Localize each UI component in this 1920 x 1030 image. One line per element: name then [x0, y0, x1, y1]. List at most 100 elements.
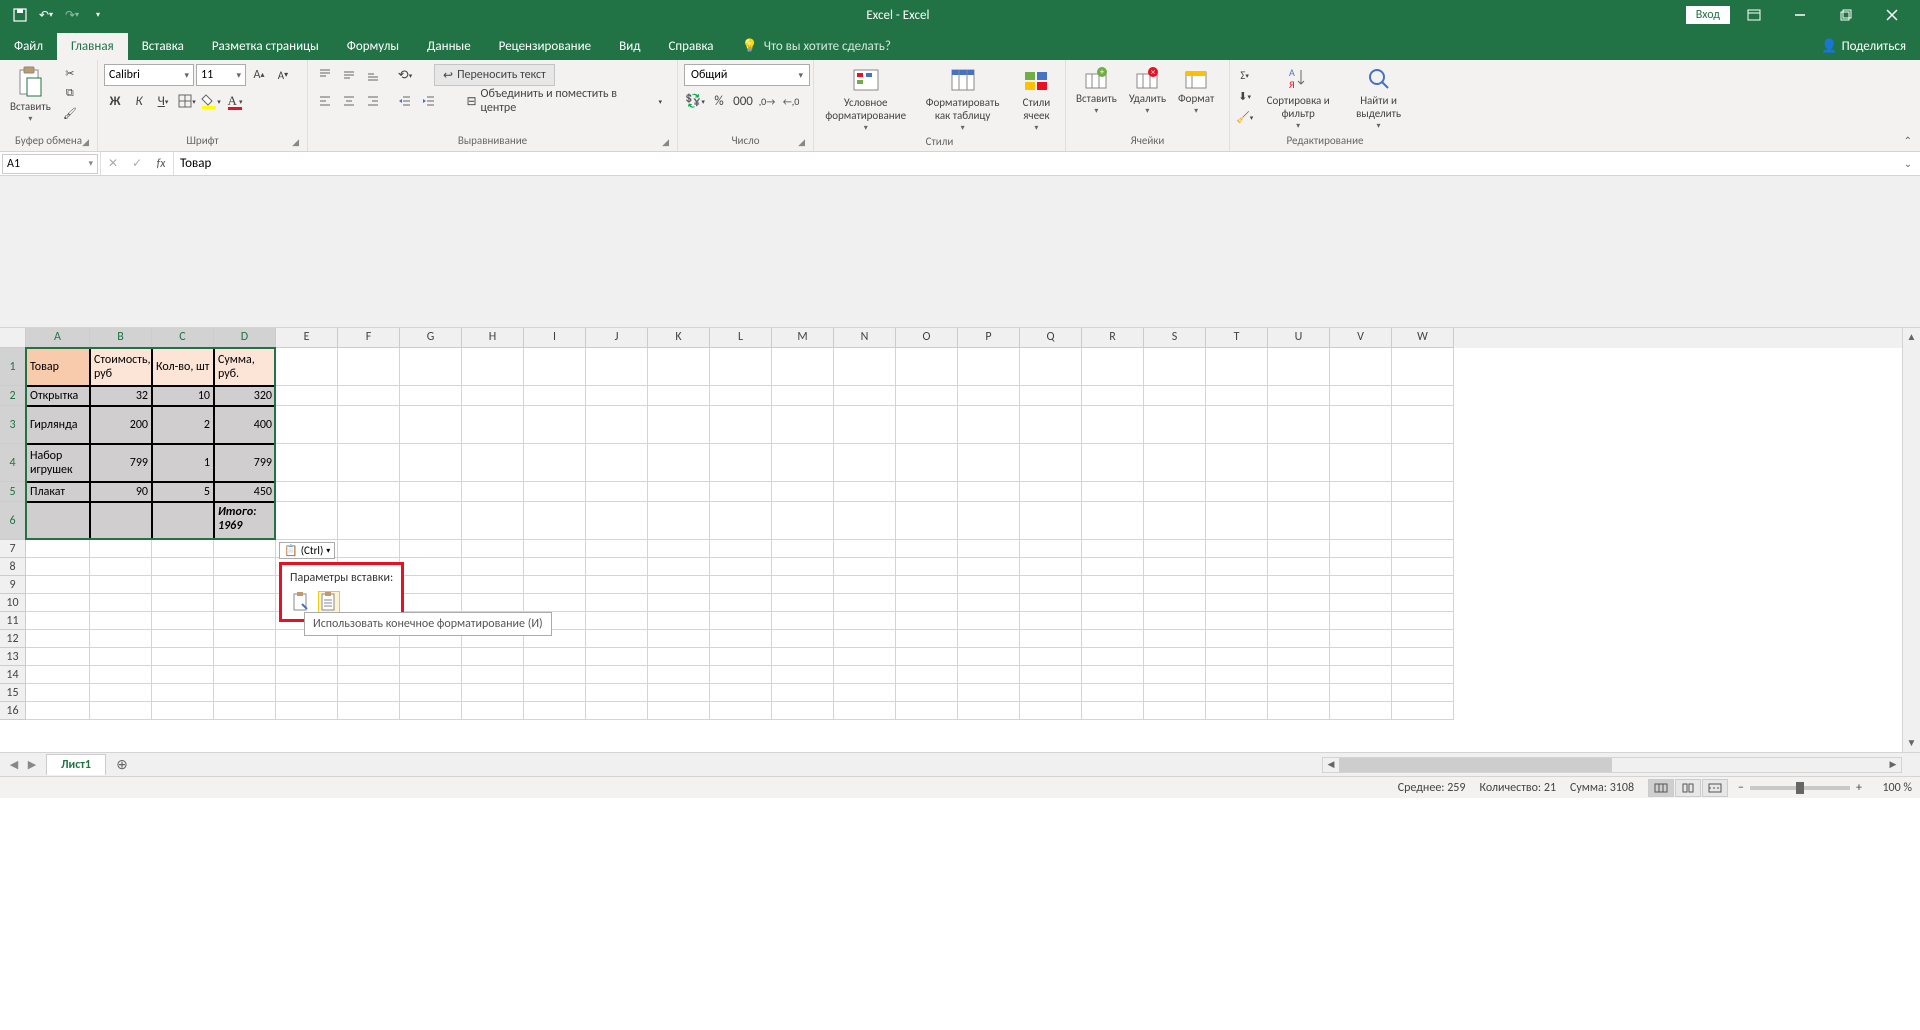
name-box[interactable]: A1▾: [2, 154, 98, 174]
column-header-H[interactable]: H: [462, 328, 524, 348]
table-cell[interactable]: 2: [152, 406, 214, 444]
cell-P12[interactable]: [958, 630, 1020, 648]
format-as-table-button[interactable]: Форматировать как таблицу▾: [915, 64, 1009, 135]
tell-me-search[interactable]: 💡 Что вы хотите сделать?: [728, 33, 905, 60]
align-bottom-icon[interactable]: [362, 64, 384, 86]
column-header-U[interactable]: U: [1268, 328, 1330, 348]
cell-G7[interactable]: [400, 540, 462, 558]
cell-F3[interactable]: [338, 406, 400, 444]
cell-N8[interactable]: [834, 558, 896, 576]
cell-R13[interactable]: [1082, 648, 1144, 666]
italic-button[interactable]: К: [128, 90, 150, 112]
cell-R3[interactable]: [1082, 406, 1144, 444]
column-header-T[interactable]: T: [1206, 328, 1268, 348]
spreadsheet-grid[interactable]: ABCDEFGHIJKLMNOPQRSTUVW 1234567891011121…: [0, 328, 1920, 752]
cell-I5[interactable]: [524, 482, 586, 502]
cut-icon[interactable]: ✂: [59, 64, 81, 82]
cell-R15[interactable]: [1082, 684, 1144, 702]
cell-W9[interactable]: [1392, 576, 1454, 594]
cell-P4[interactable]: [958, 444, 1020, 482]
cell-U7[interactable]: [1268, 540, 1330, 558]
sheet-nav-prev-icon[interactable]: ◀: [6, 758, 22, 771]
cell-H6[interactable]: [462, 502, 524, 540]
cell-W1[interactable]: [1392, 348, 1454, 386]
cell-O4[interactable]: [896, 444, 958, 482]
cell-G4[interactable]: [400, 444, 462, 482]
cell-W6[interactable]: [1392, 502, 1454, 540]
table-cell[interactable]: 5: [152, 482, 214, 502]
cell-K15[interactable]: [648, 684, 710, 702]
cell-J6[interactable]: [586, 502, 648, 540]
cell-C13[interactable]: [152, 648, 214, 666]
table-cell[interactable]: 1: [152, 444, 214, 482]
cell-D12[interactable]: [214, 630, 276, 648]
table-cell[interactable]: Стоимость, руб: [90, 348, 152, 386]
table-cell[interactable]: 90: [90, 482, 152, 502]
cell-P16[interactable]: [958, 702, 1020, 720]
cell-W16[interactable]: [1392, 702, 1454, 720]
column-header-W[interactable]: W: [1392, 328, 1454, 348]
cell-O3[interactable]: [896, 406, 958, 444]
cell-F2[interactable]: [338, 386, 400, 406]
cell-T13[interactable]: [1206, 648, 1268, 666]
cell-W3[interactable]: [1392, 406, 1454, 444]
cell-N6[interactable]: [834, 502, 896, 540]
cell-T7[interactable]: [1206, 540, 1268, 558]
cell-P15[interactable]: [958, 684, 1020, 702]
cell-U16[interactable]: [1268, 702, 1330, 720]
cell-J2[interactable]: [586, 386, 648, 406]
row-header-2[interactable]: 2: [0, 386, 26, 406]
cell-T1[interactable]: [1206, 348, 1268, 386]
cell-I9[interactable]: [524, 576, 586, 594]
normal-view-icon[interactable]: [1648, 779, 1674, 797]
table-cell[interactable]: 799: [90, 444, 152, 482]
table-cell[interactable]: Набор игрушек: [26, 444, 90, 482]
cell-H10[interactable]: [462, 594, 524, 612]
sheet-tab[interactable]: Лист1: [46, 754, 106, 775]
cell-L14[interactable]: [710, 666, 772, 684]
cell-G8[interactable]: [400, 558, 462, 576]
underline-button[interactable]: Ч▾: [152, 90, 174, 112]
paste-button[interactable]: Вставить▾: [6, 64, 55, 126]
cell-F14[interactable]: [338, 666, 400, 684]
comma-format-icon[interactable]: 000: [732, 90, 754, 112]
cell-O14[interactable]: [896, 666, 958, 684]
scroll-right-icon[interactable]: ▶: [1885, 758, 1901, 772]
cell-T8[interactable]: [1206, 558, 1268, 576]
share-button[interactable]: 👤 Поделиться: [1807, 33, 1920, 60]
bold-button[interactable]: Ж: [104, 90, 126, 112]
cell-W12[interactable]: [1392, 630, 1454, 648]
cell-S4[interactable]: [1144, 444, 1206, 482]
cell-S6[interactable]: [1144, 502, 1206, 540]
cell-I1[interactable]: [524, 348, 586, 386]
cell-L8[interactable]: [710, 558, 772, 576]
cell-F4[interactable]: [338, 444, 400, 482]
cell-L16[interactable]: [710, 702, 772, 720]
cell-V1[interactable]: [1330, 348, 1392, 386]
cell-E16[interactable]: [276, 702, 338, 720]
cell-P14[interactable]: [958, 666, 1020, 684]
dialog-launcher-icon[interactable]: ◢: [798, 137, 805, 148]
cell-N3[interactable]: [834, 406, 896, 444]
cell-M10[interactable]: [772, 594, 834, 612]
cell-N2[interactable]: [834, 386, 896, 406]
cell-W4[interactable]: [1392, 444, 1454, 482]
cell-G1[interactable]: [400, 348, 462, 386]
cell-M11[interactable]: [772, 612, 834, 630]
cell-P5[interactable]: [958, 482, 1020, 502]
cell-Q6[interactable]: [1020, 502, 1082, 540]
cell-K16[interactable]: [648, 702, 710, 720]
cell-A8[interactable]: [26, 558, 90, 576]
cell-U9[interactable]: [1268, 576, 1330, 594]
cell-P1[interactable]: [958, 348, 1020, 386]
cell-G10[interactable]: [400, 594, 462, 612]
cell-H7[interactable]: [462, 540, 524, 558]
cell-Q10[interactable]: [1020, 594, 1082, 612]
cell-H2[interactable]: [462, 386, 524, 406]
cell-D11[interactable]: [214, 612, 276, 630]
cell-C12[interactable]: [152, 630, 214, 648]
cell-N12[interactable]: [834, 630, 896, 648]
sheet-nav-next-icon[interactable]: ▶: [24, 758, 40, 771]
cell-R10[interactable]: [1082, 594, 1144, 612]
cell-K11[interactable]: [648, 612, 710, 630]
